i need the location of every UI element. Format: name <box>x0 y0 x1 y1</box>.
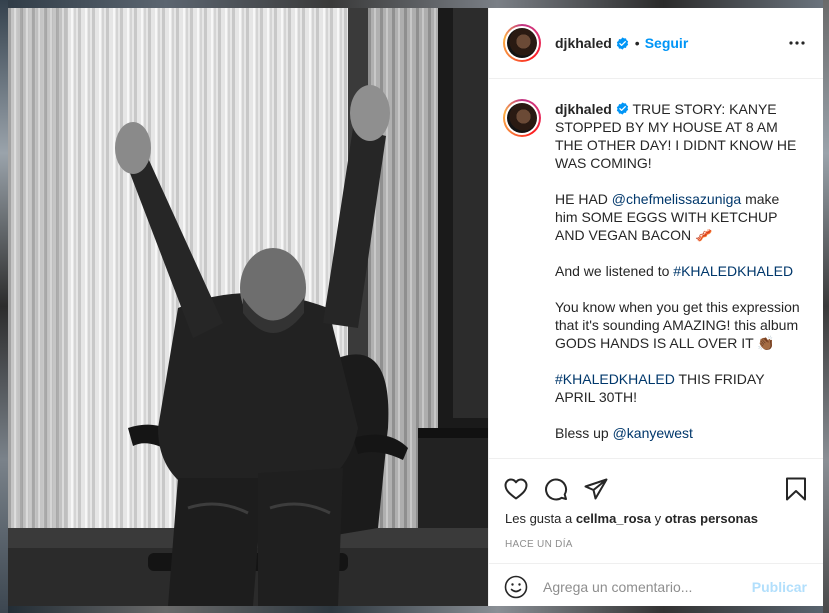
heart-icon <box>504 478 528 500</box>
comment-composer: Publicar <box>489 563 823 610</box>
caption-username[interactable]: djkhaled <box>555 101 612 117</box>
emoji-button[interactable] <box>503 574 529 600</box>
mention-link[interactable]: @kanyewest <box>613 425 693 441</box>
photo-illustration <box>8 8 488 606</box>
liked-by-user[interactable]: cellma_rosa <box>576 511 651 526</box>
caption-avatar[interactable] <box>503 99 541 137</box>
share-button[interactable] <box>583 476 609 502</box>
caption-text: djkhaled TRUE STORY: KANYE STOPPED BY MY… <box>555 99 805 442</box>
publish-button[interactable]: Publicar <box>752 579 807 595</box>
more-options-button[interactable] <box>785 31 809 55</box>
hashtag-link[interactable]: #KHALEDKHALED <box>555 371 675 387</box>
likes-others-link[interactable]: otras personas <box>665 511 758 526</box>
caption-scroll-area[interactable]: djkhaled TRUE STORY: KANYE STOPPED BY MY… <box>489 79 823 458</box>
caption-paragraph: And we listened to <box>555 263 674 279</box>
caption-paragraph: You know when you get this expression th… <box>555 299 804 351</box>
verified-badge-icon <box>616 102 628 115</box>
paper-plane-icon <box>584 478 608 500</box>
comment-icon <box>545 478 568 501</box>
likes-prefix: Les gusta a <box>505 511 576 526</box>
separator-dot: • <box>634 35 640 51</box>
post-side-panel: djkhaled • Seguir djkhaled TRUE STORY: K… <box>488 8 823 606</box>
avatar[interactable] <box>503 24 541 62</box>
like-button[interactable] <box>503 476 529 502</box>
hashtag-link[interactable]: #KHALEDKHALED <box>673 263 793 279</box>
post-photo[interactable] <box>8 8 488 606</box>
caption-paragraph: Bless up <box>555 425 613 441</box>
backdrop-strip <box>823 0 829 613</box>
save-button[interactable] <box>783 476 809 502</box>
likes-summary: Les gusta a cellma_rosa y otras personas <box>489 509 823 531</box>
caption-paragraph: HE HAD <box>555 191 612 207</box>
mention-link[interactable]: @chefmelissazuniga <box>612 191 741 207</box>
follow-button[interactable]: Seguir <box>645 35 689 51</box>
more-horizontal-icon <box>789 41 805 45</box>
action-icons-row <box>489 459 823 509</box>
likes-mid: y <box>651 511 665 526</box>
backdrop-strip <box>0 0 829 8</box>
comment-button[interactable] <box>543 476 569 502</box>
header-username[interactable]: djkhaled <box>555 35 612 51</box>
post-header: djkhaled • Seguir <box>489 8 823 79</box>
verified-badge-icon <box>616 36 628 50</box>
bookmark-icon <box>786 477 806 501</box>
post-actions: Les gusta a cellma_rosa y otras personas… <box>489 458 823 606</box>
caption: djkhaled TRUE STORY: KANYE STOPPED BY MY… <box>503 99 807 442</box>
backdrop-strip <box>0 0 8 613</box>
smiley-icon <box>504 575 528 599</box>
post-timestamp[interactable]: HACE UN DÍA <box>489 531 823 559</box>
post-modal: djkhaled • Seguir djkhaled TRUE STORY: K… <box>8 8 823 606</box>
comment-input[interactable] <box>543 579 752 595</box>
